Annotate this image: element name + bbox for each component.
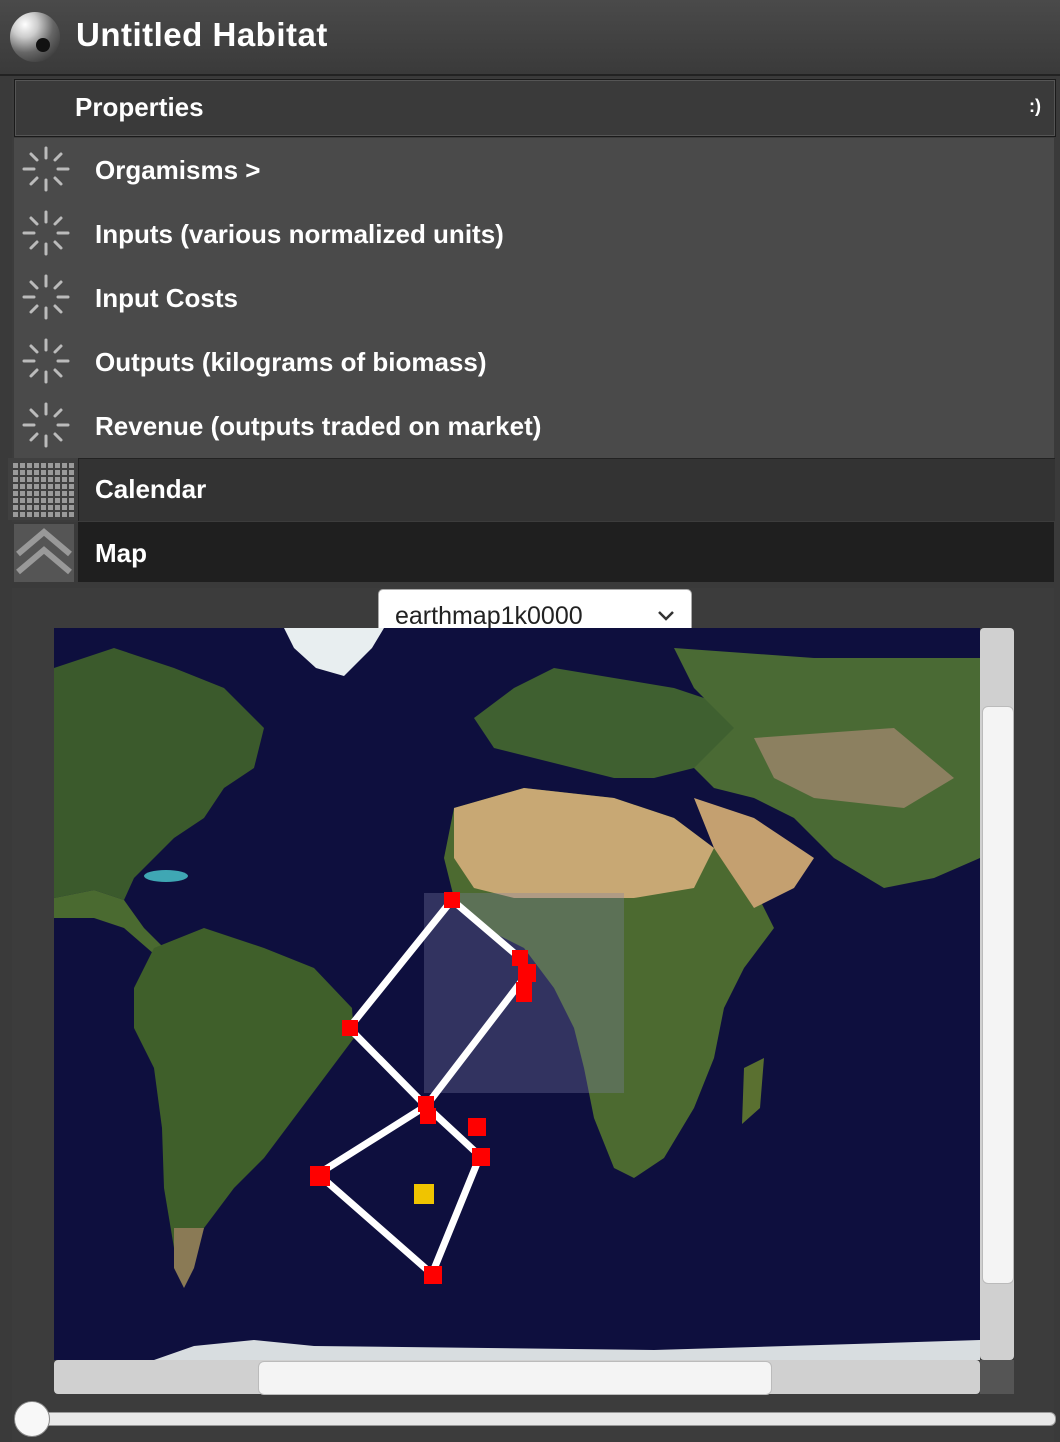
loading-spinner-icon — [22, 402, 70, 448]
map-select-value: earthmap1k0000 — [395, 602, 583, 630]
loading-spinner-icon — [22, 274, 70, 320]
map-label: Map — [95, 538, 147, 568]
properties-label: Properties — [75, 92, 204, 122]
map-vertical-scroll-thumb[interactable] — [982, 706, 1014, 1284]
world-map[interactable] — [54, 628, 980, 1360]
section-label: Input Costs — [95, 283, 238, 313]
properties-menu-icon[interactable]: :) — [1029, 96, 1041, 117]
loading-spinner-icon — [22, 146, 70, 192]
loading-spinner-icon — [22, 210, 70, 256]
properties-header[interactable]: Properties :) — [14, 79, 1056, 137]
calendar-grid-icon — [12, 462, 76, 518]
time-slider-track[interactable] — [20, 1412, 1056, 1426]
map-header — [78, 522, 1054, 582]
current-position-marker[interactable] — [414, 1184, 434, 1204]
route-marker — [518, 964, 536, 982]
calendar-label: Calendar — [95, 474, 207, 504]
map-horizontal-scroll-thumb[interactable] — [258, 1361, 772, 1395]
section-label: Inputs (various normalized units) — [95, 219, 504, 249]
collapse-chevron-icon[interactable] — [14, 524, 74, 582]
route-marker — [424, 1266, 442, 1284]
scrollbar-corner — [980, 1360, 1014, 1394]
section-revenue[interactable]: Revenue (outputs traded on market) — [14, 394, 1054, 458]
world-map-image[interactable] — [54, 628, 980, 1360]
habitat-logo-icon — [10, 12, 60, 62]
section-organisms[interactable]: Orgamisms > — [14, 138, 1054, 202]
section-outputs[interactable]: Outputs (kilograms of biomass) — [14, 330, 1054, 394]
calendar-header — [78, 458, 1055, 521]
route-marker — [310, 1166, 330, 1186]
time-slider-knob[interactable] — [14, 1401, 50, 1437]
loading-spinner-icon — [22, 338, 70, 384]
route-marker — [468, 1118, 486, 1136]
route-marker — [472, 1148, 490, 1166]
window-title: Untitled Habitat — [76, 16, 328, 53]
route-marker — [512, 950, 528, 966]
route-marker — [342, 1020, 358, 1036]
route-marker — [420, 1108, 436, 1124]
section-inputs[interactable]: Inputs (various normalized units) — [14, 202, 1054, 266]
section-calendar[interactable]: Calendar — [8, 458, 1055, 521]
section-label: Orgamisms > — [95, 155, 261, 185]
chevron-down-icon — [658, 611, 674, 621]
caribbean-shallows — [144, 870, 188, 882]
route-marker — [516, 982, 532, 1002]
section-label: Outputs (kilograms of biomass) — [95, 347, 487, 377]
section-map[interactable]: Map — [12, 522, 1054, 588]
route-marker — [444, 892, 460, 908]
section-input-costs[interactable]: Input Costs — [14, 266, 1054, 330]
title-bar: Untitled Habitat — [0, 0, 1060, 76]
section-label: Revenue (outputs traded on market) — [95, 411, 542, 441]
